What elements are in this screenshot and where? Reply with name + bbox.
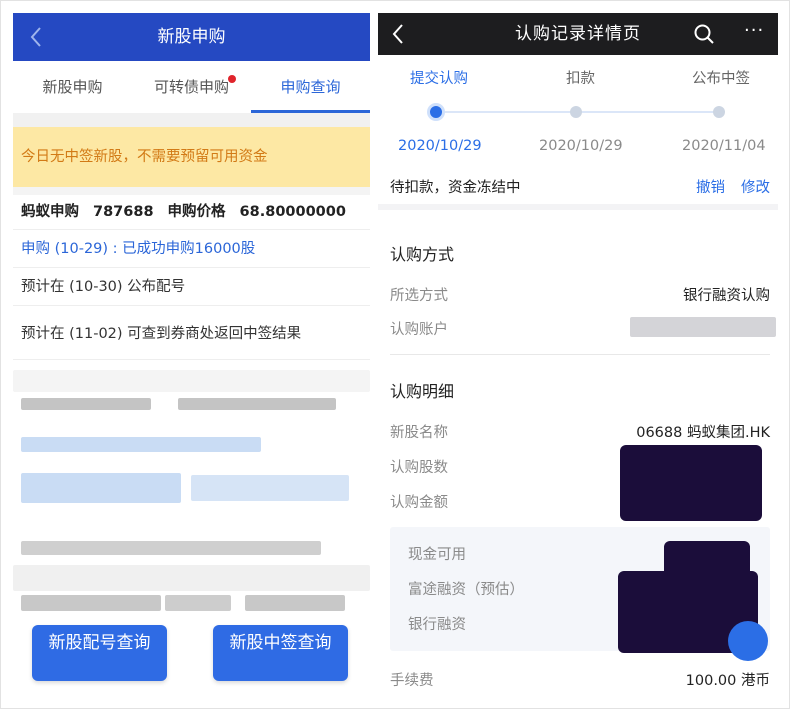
notification-dot <box>228 75 236 83</box>
redacted-account <box>630 317 776 337</box>
cash-label: 现金可用 <box>408 547 466 563</box>
stock-name-value: 06688 蚂蚁集团.HK <box>636 425 770 441</box>
fee-row: 手续费 100.00 港币 <box>390 669 770 690</box>
tab-ipo-subscribe[interactable]: 新股申购 <box>13 61 132 113</box>
redacted-shares-amount <box>620 445 762 521</box>
tab-convertible-bond-label: 可转债申购 <box>153 78 229 96</box>
step-date-deduct: 2020/10/29 <box>539 138 623 154</box>
stock-name-row: 新股名称 06688 蚂蚁集团.HK <box>390 421 770 443</box>
method-row: 所选方式 银行融资认购 <box>390 284 770 306</box>
subscribe-status-row: 申购 (10-29) : 已成功申购16000股 <box>13 230 370 268</box>
status-text: 待扣款，资金冻结中 <box>390 180 521 196</box>
page-title: 新股申购 <box>157 27 226 47</box>
tab-convertible-bond[interactable]: 可转债申购 <box>132 61 251 113</box>
futu-financing-label: 富途融资（预估） <box>408 582 524 598</box>
fee-value: 100.00 港币 <box>685 673 770 689</box>
modify-button[interactable]: 修改 <box>741 180 770 196</box>
step-date-announce: 2020/11/04 <box>682 138 766 154</box>
amount-label: 认购金额 <box>390 495 448 511</box>
cancel-button[interactable]: 撤销 <box>696 180 725 196</box>
step-label-deduct: 扣款 <box>566 71 595 87</box>
step-dot-submit <box>427 103 445 121</box>
search-icon[interactable] <box>693 23 715 45</box>
left-phone-screen: 新股申购 新股申购 可转债申购 申购查询 今日无中签新股，不需要预留可用资金 蚂… <box>13 13 370 698</box>
allotment-date-row: 预计在 (10-30) 公布配号 <box>13 268 370 306</box>
allotment-query-button[interactable]: 新股配号查询 <box>32 625 167 681</box>
stock-code: 787688 <box>93 204 154 220</box>
step-label-announce: 公布中签 <box>692 71 750 87</box>
notice-banner: 今日无中签新股，不需要预留可用资金 <box>13 127 370 187</box>
price-value: 68.80000000 <box>239 204 346 220</box>
result-date-row: 预计在 (11-02) 可查到券商处返回中签结果 <box>13 306 370 360</box>
page-title: 认购记录详情页 <box>515 24 641 44</box>
step-dot-announce <box>713 106 725 118</box>
status-row: 待扣款，资金冻结中 撤销 修改 <box>378 170 778 210</box>
divider <box>390 354 770 355</box>
right-header: 认购记录详情页 ··· <box>378 13 778 55</box>
step-label-submit: 提交认购 <box>410 71 468 87</box>
price-label: 申购价格 <box>167 204 226 220</box>
stock-name: 蚂蚁申购 <box>21 204 79 220</box>
shares-label: 认购股数 <box>390 460 448 476</box>
stock-name-label: 新股名称 <box>390 425 448 441</box>
floating-action-button[interactable] <box>728 621 768 661</box>
spacer <box>13 187 370 195</box>
detail-section-title: 认购明细 <box>390 382 455 401</box>
tab-subscription-query[interactable]: 申购查询 <box>251 61 370 113</box>
method-section-title: 认购方式 <box>390 245 455 264</box>
tab-bar: 新股申购 可转债申购 申购查询 <box>13 61 370 113</box>
more-icon[interactable]: ··· <box>744 20 764 41</box>
left-header: 新股申购 <box>13 13 370 61</box>
account-label: 认购账户 <box>390 322 448 338</box>
winning-query-button[interactable]: 新股中签查询 <box>213 625 348 681</box>
method-value: 银行融资认购 <box>683 288 770 304</box>
subscription-info: 蚂蚁申购 787688 申购价格 68.80000000 <box>13 195 370 230</box>
status-actions: 撤销 修改 <box>680 170 770 206</box>
right-phone-screen: 认购记录详情页 ··· 提交认购 扣款 公布中签 2020/10/29 2020… <box>378 13 778 698</box>
fee-label: 手续费 <box>390 673 434 689</box>
screenshot-frame: 新股申购 新股申购 可转债申购 申购查询 今日无中签新股，不需要预留可用资金 蚂… <box>0 0 790 709</box>
spacer <box>13 113 370 127</box>
bank-financing-label: 银行融资 <box>408 617 466 633</box>
step-date-submit: 2020/10/29 <box>398 138 482 154</box>
step-dot-deduct <box>570 106 582 118</box>
method-label: 所选方式 <box>390 288 448 304</box>
